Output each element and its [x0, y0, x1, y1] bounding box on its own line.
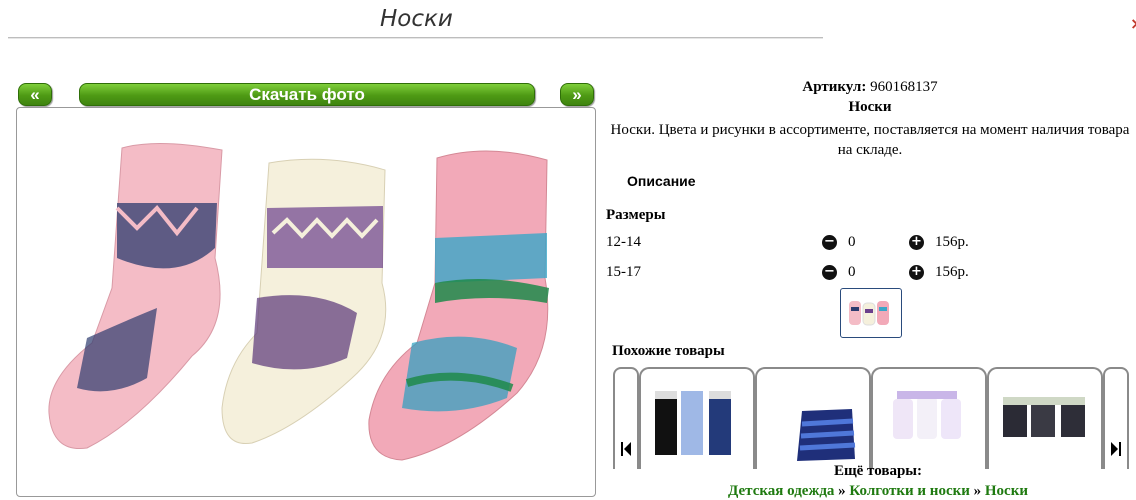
plus-circle-icon[interactable]: +	[909, 265, 924, 280]
product-photo-frame	[16, 107, 596, 497]
breadcrumb: Детская одежда » Колготки и носки » Носк…	[612, 483, 1136, 500]
photo-thumbnail[interactable]	[840, 288, 902, 338]
similar-products-title: Похожие товары	[612, 343, 725, 359]
sock-cream-middle	[221, 158, 387, 445]
sock-pink-right	[368, 150, 549, 461]
more-products-title: Ещё товары:	[833, 463, 923, 479]
price: 156р.	[935, 264, 969, 280]
price: 156р.	[935, 234, 969, 250]
skip-back-icon	[621, 442, 631, 456]
similar-product-card[interactable]	[987, 367, 1103, 469]
similar-product-image	[797, 409, 856, 461]
article-value: 960168137	[870, 79, 938, 95]
size-label: 15-17	[606, 264, 641, 280]
similar-product-image	[655, 391, 731, 455]
similar-product-card[interactable]	[755, 367, 871, 469]
prev-photo-button[interactable]: «	[18, 83, 52, 106]
carousel-prev-button[interactable]	[613, 367, 639, 469]
article-line: Артикул: 960168137	[610, 79, 1130, 96]
sock-pink-left	[48, 142, 223, 450]
next-photo-button[interactable]: »	[560, 83, 594, 106]
title-divider	[8, 37, 823, 39]
quantity-value: 0	[848, 264, 856, 280]
tab-description[interactable]: Описание	[627, 173, 696, 189]
product-photo	[48, 142, 549, 461]
carousel-next-button[interactable]	[1103, 367, 1129, 469]
page-title: Носки	[380, 6, 453, 32]
minus-circle-icon[interactable]: −	[822, 235, 837, 250]
quantity-value: 0	[848, 234, 856, 250]
size-label: 12-14	[606, 234, 641, 250]
product-description: Носки. Цвета и рисунки в ассортименте, п…	[610, 122, 1130, 158]
minus-circle-icon[interactable]: −	[822, 265, 837, 280]
similar-product-card[interactable]	[639, 367, 755, 469]
plus-circle-icon[interactable]: +	[909, 235, 924, 250]
similar-product-image	[1003, 397, 1085, 437]
thumbnail-image	[849, 301, 889, 326]
skip-forward-icon	[1111, 442, 1121, 456]
sizes-title: Размеры	[606, 207, 666, 223]
similar-product-card[interactable]	[871, 367, 987, 469]
download-photo-button[interactable]: Скачать фото	[79, 83, 535, 106]
close-icon[interactable]: ×	[1130, 14, 1136, 33]
product-name: Носки	[848, 99, 892, 115]
similar-product-image	[893, 391, 961, 439]
article-label: Артикул:	[802, 79, 867, 95]
